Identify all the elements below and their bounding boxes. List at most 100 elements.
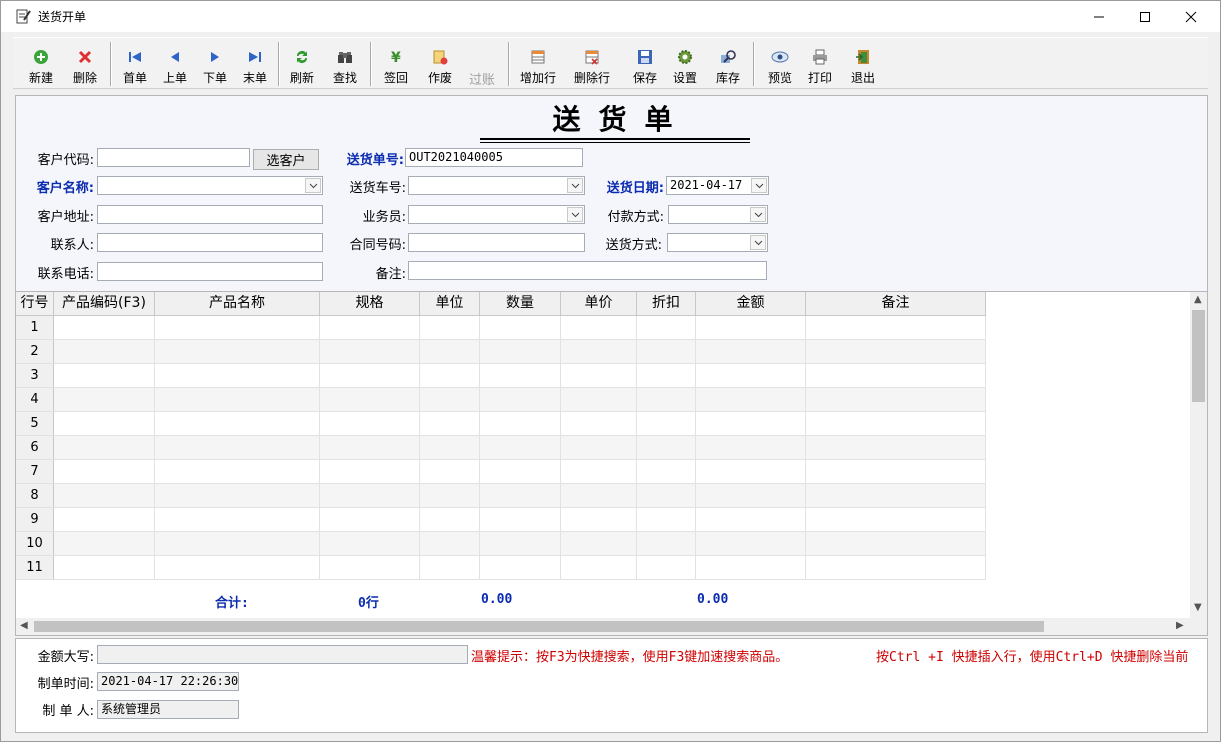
detail-grid[interactable]: 行号 产品编码(F3) 产品名称 规格 单位 数量 单价 折扣 金额 备注 12…	[15, 291, 1208, 636]
table-cell[interactable]	[320, 436, 420, 460]
column-header-price[interactable]: 单价	[561, 292, 637, 316]
vertical-scrollbar[interactable]: ▲ ▼	[1190, 292, 1207, 619]
table-cell[interactable]	[806, 388, 986, 412]
table-cell[interactable]	[561, 316, 637, 340]
table-cell[interactable]	[480, 532, 561, 556]
chevron-down-icon[interactable]	[750, 207, 766, 222]
chevron-down-icon[interactable]	[305, 178, 321, 193]
table-cell[interactable]	[155, 508, 320, 532]
table-cell[interactable]	[480, 484, 561, 508]
table-cell[interactable]	[155, 460, 320, 484]
exit-button[interactable]: 退出	[851, 42, 875, 88]
table-cell[interactable]	[320, 532, 420, 556]
vertical-scroll-thumb[interactable]	[1192, 310, 1205, 402]
table-cell[interactable]	[806, 436, 986, 460]
chevron-down-icon[interactable]	[567, 207, 583, 222]
table-cell[interactable]	[561, 532, 637, 556]
table-cell[interactable]	[155, 412, 320, 436]
table-cell[interactable]	[696, 364, 806, 388]
delete-button[interactable]: 删除	[73, 42, 97, 88]
pick-customer-button[interactable]: 选客户	[253, 149, 319, 170]
save-button[interactable]: 保存	[633, 42, 657, 88]
table-cell[interactable]	[480, 340, 561, 364]
table-cell[interactable]	[806, 412, 986, 436]
table-cell[interactable]	[696, 484, 806, 508]
table-cell[interactable]	[420, 388, 480, 412]
table-cell[interactable]	[637, 532, 696, 556]
table-cell[interactable]	[637, 316, 696, 340]
table-cell[interactable]	[637, 388, 696, 412]
preview-button[interactable]: 预览	[768, 42, 792, 88]
table-cell[interactable]	[320, 508, 420, 532]
first-record-button[interactable]: 首单	[123, 42, 147, 88]
table-row[interactable]: 4	[16, 388, 986, 412]
table-cell[interactable]	[420, 484, 480, 508]
table-cell[interactable]	[155, 556, 320, 580]
table-cell[interactable]	[696, 460, 806, 484]
phone-input[interactable]	[97, 262, 323, 281]
table-cell[interactable]	[696, 436, 806, 460]
table-row[interactable]: 3	[16, 364, 986, 388]
table-cell[interactable]	[54, 436, 155, 460]
table-cell[interactable]	[480, 388, 561, 412]
table-cell[interactable]	[420, 436, 480, 460]
table-cell[interactable]	[54, 508, 155, 532]
table-cell[interactable]	[637, 412, 696, 436]
column-header-product-code[interactable]: 产品编码(F3)	[54, 292, 155, 316]
contact-input[interactable]	[97, 233, 323, 252]
order-no-input[interactable]: OUT2021040005	[405, 148, 583, 167]
table-row[interactable]: 9	[16, 508, 986, 532]
table-cell[interactable]	[561, 460, 637, 484]
payment-select[interactable]	[668, 205, 768, 224]
close-button[interactable]	[1168, 1, 1214, 32]
print-button[interactable]: 打印	[808, 42, 832, 88]
delete-row-button[interactable]: 删除行	[574, 42, 610, 88]
refresh-button[interactable]: 刷新	[290, 42, 314, 88]
table-cell[interactable]	[561, 556, 637, 580]
table-cell[interactable]	[806, 532, 986, 556]
table-cell[interactable]	[806, 556, 986, 580]
next-record-button[interactable]: 下单	[203, 42, 227, 88]
customer-name-select[interactable]	[97, 176, 323, 195]
table-cell[interactable]	[637, 340, 696, 364]
table-row[interactable]: 10	[16, 532, 986, 556]
table-cell[interactable]	[696, 556, 806, 580]
customer-code-input[interactable]	[97, 148, 250, 167]
new-button[interactable]: 新建	[29, 42, 53, 88]
table-cell[interactable]	[480, 556, 561, 580]
void-button[interactable]: 作废	[428, 42, 452, 88]
table-cell[interactable]	[420, 412, 480, 436]
table-cell[interactable]	[806, 484, 986, 508]
table-cell[interactable]	[54, 556, 155, 580]
scroll-up-icon[interactable]: ▲	[1194, 294, 1202, 305]
table-cell[interactable]	[637, 460, 696, 484]
column-header-unit[interactable]: 单位	[420, 292, 480, 316]
table-cell[interactable]	[54, 364, 155, 388]
table-cell[interactable]	[54, 316, 155, 340]
last-record-button[interactable]: 末单	[243, 42, 267, 88]
vehicle-no-select[interactable]	[408, 176, 585, 195]
scroll-down-icon[interactable]: ▼	[1194, 602, 1202, 613]
maximize-button[interactable]	[1122, 1, 1168, 32]
table-cell[interactable]	[806, 364, 986, 388]
minimize-button[interactable]	[1076, 1, 1122, 32]
table-row[interactable]: 8	[16, 484, 986, 508]
scroll-left-icon[interactable]: ◀	[20, 620, 28, 631]
column-header-quantity[interactable]: 数量	[480, 292, 561, 316]
table-cell[interactable]	[806, 340, 986, 364]
contract-input[interactable]	[408, 233, 585, 252]
table-cell[interactable]	[155, 364, 320, 388]
table-cell[interactable]	[480, 412, 561, 436]
table-cell[interactable]	[155, 436, 320, 460]
table-row[interactable]: 5	[16, 412, 986, 436]
chevron-down-icon[interactable]	[751, 178, 767, 193]
delivery-date-picker[interactable]: 2021-04-17	[666, 176, 769, 195]
table-cell[interactable]	[320, 340, 420, 364]
column-header-row-no[interactable]: 行号	[16, 292, 54, 316]
table-cell[interactable]	[480, 460, 561, 484]
table-cell[interactable]	[637, 436, 696, 460]
table-cell[interactable]	[320, 364, 420, 388]
table-cell[interactable]	[420, 556, 480, 580]
table-cell[interactable]	[54, 460, 155, 484]
table-cell[interactable]	[54, 340, 155, 364]
